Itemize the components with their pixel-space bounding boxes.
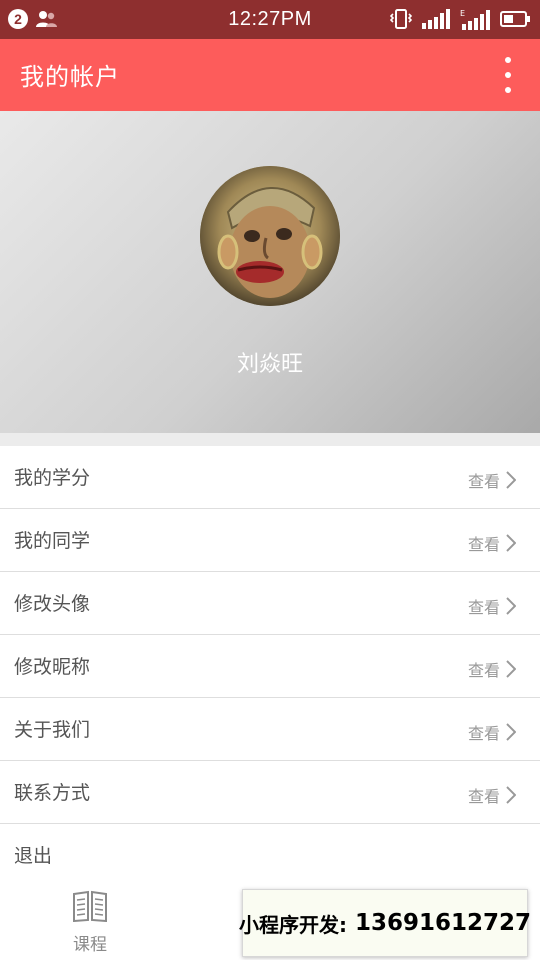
- menu-item-label: 修改头像: [14, 593, 91, 615]
- status-bar: 2 12:27PM E: [0, 0, 540, 39]
- account-menu-list: 我的学分 查看 我的同学 查看 修改头像 查看 修改昵称 查看 关于我们 查看 …: [0, 446, 540, 886]
- menu-item-label: 关于我们: [14, 719, 91, 741]
- watermark-prefix: 小程序开发:: [238, 912, 347, 937]
- menu-item-label: 修改昵称: [14, 656, 91, 678]
- menu-item-change-avatar[interactable]: 修改头像 查看: [0, 572, 540, 635]
- menu-item-label: 联系方式: [14, 782, 91, 804]
- section-divider: [0, 433, 540, 446]
- menu-item-label: 我的同学: [14, 530, 91, 552]
- view-label: 查看: [467, 724, 500, 743]
- menu-item-change-nickname[interactable]: 修改昵称 查看: [0, 635, 540, 698]
- profile-header: 刘焱旺: [0, 111, 540, 433]
- view-label: 查看: [467, 661, 500, 680]
- chevron-right-icon: [506, 471, 516, 489]
- chevron-right-icon: [506, 660, 516, 678]
- page-title: 我的帐户: [20, 63, 120, 91]
- battery-icon: [500, 11, 530, 27]
- avatar[interactable]: [200, 166, 340, 306]
- signal-e-icon: E: [460, 9, 490, 30]
- view-label: 查看: [467, 787, 500, 806]
- svg-text:E: E: [460, 9, 465, 18]
- avatar-image: [200, 166, 340, 306]
- menu-item-credits[interactable]: 我的学分 查看: [0, 446, 540, 509]
- view-label: 查看: [467, 598, 500, 617]
- chevron-right-icon: [506, 723, 516, 741]
- menu-item-contact[interactable]: 联系方式 查看: [0, 761, 540, 824]
- logout-label: 退出: [14, 845, 53, 867]
- menu-item-label: 我的学分: [14, 467, 91, 489]
- view-label: 查看: [467, 472, 500, 491]
- more-vert-icon[interactable]: [498, 57, 518, 93]
- menu-item-about-us[interactable]: 关于我们 查看: [0, 698, 540, 761]
- view-label: 查看: [467, 535, 500, 554]
- signal-icon: [422, 9, 450, 29]
- app-bar: 我的帐户: [0, 39, 540, 111]
- username: 刘焱旺: [236, 352, 303, 377]
- watermark-banner: 小程序开发: 13691612727: [238, 889, 532, 957]
- chevron-right-icon: [506, 786, 516, 804]
- chevron-right-icon: [506, 597, 516, 615]
- watermark-phone: 13691612727: [354, 910, 532, 936]
- menu-item-classmates[interactable]: 我的同学 查看: [0, 509, 540, 572]
- tab-course[interactable]: 课程: [55, 890, 125, 955]
- book-icon: [73, 890, 107, 923]
- logout-button[interactable]: 退出: [0, 824, 540, 886]
- vibrate-icon: [390, 9, 412, 29]
- chevron-right-icon: [506, 534, 516, 552]
- tab-course-label: 课程: [73, 935, 107, 955]
